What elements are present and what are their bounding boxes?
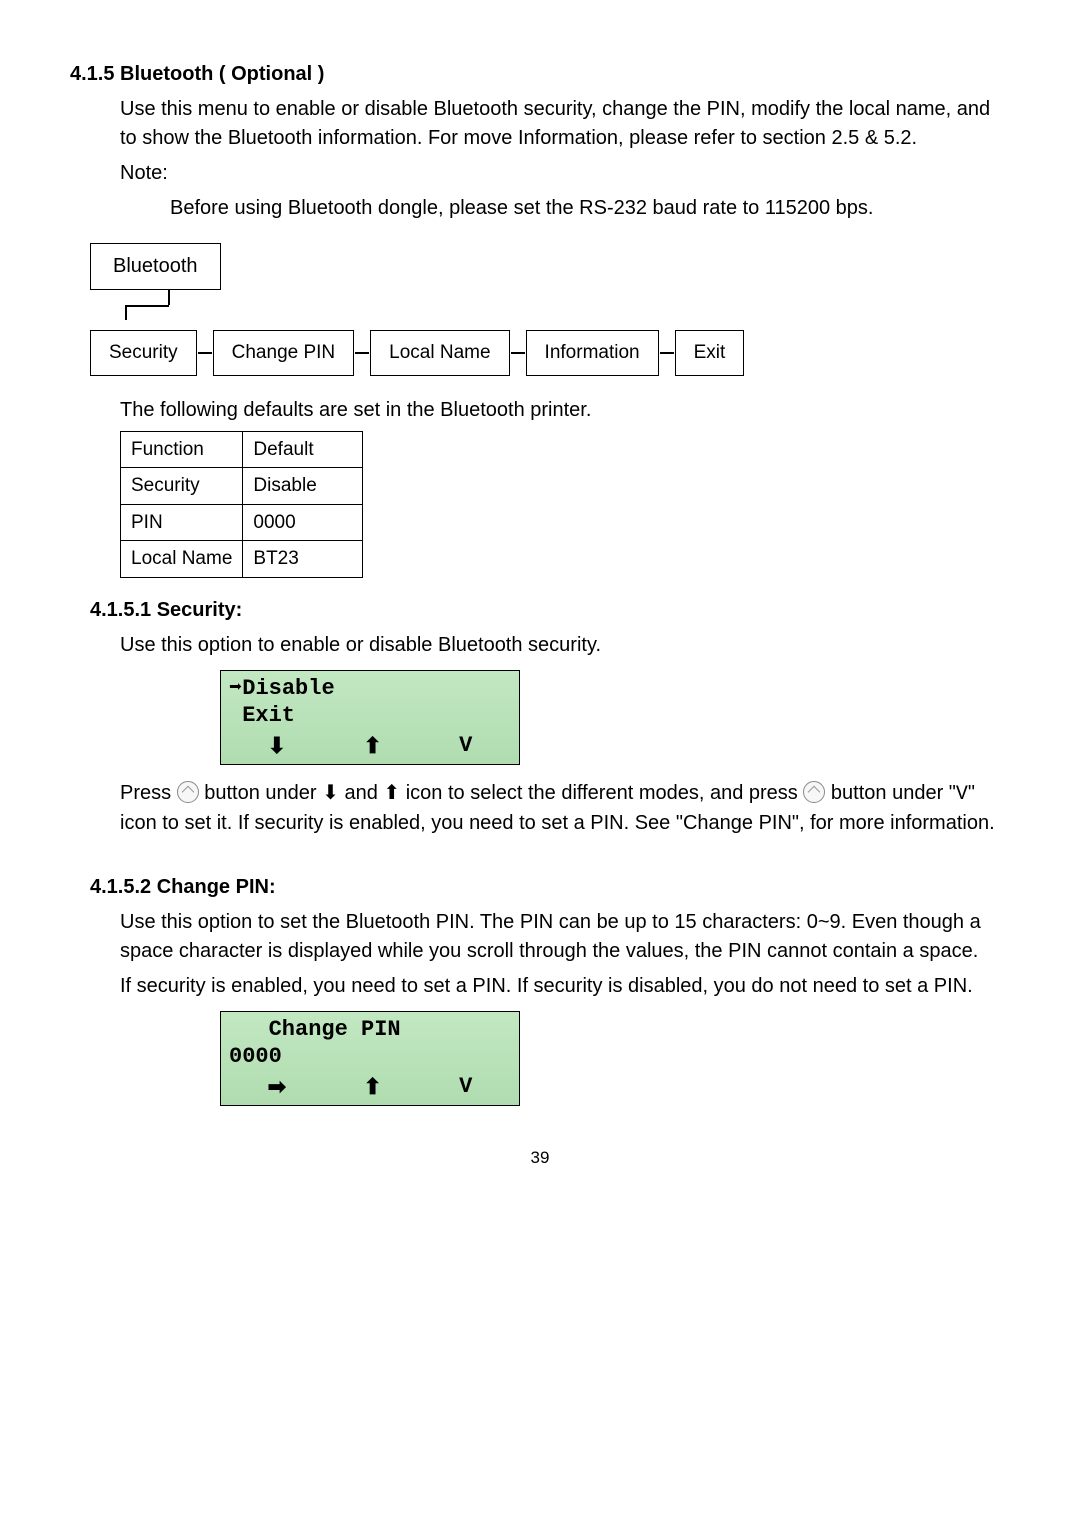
menu-tree: Bluetooth Security Change PIN Local Name… [90, 243, 1010, 376]
tree-separator [197, 352, 213, 354]
section-heading-changepin: 4.1.5.2 Change PIN: [90, 873, 1010, 902]
lcd-display-security: ➡Disable Exit ⬇ ⬆ V [220, 670, 520, 765]
lcd-display-changepin: Change PIN 0000 ➡ ⬆ V [220, 1011, 520, 1106]
tree-separator [659, 352, 675, 354]
up-arrow-icon: ⬆ [383, 782, 400, 804]
tree-connector [90, 290, 210, 320]
tree-parent-box: Bluetooth [90, 243, 221, 290]
text: icon to select the different modes, and … [406, 782, 804, 804]
changepin-para2: If security is enabled, you need to set … [120, 972, 1010, 1001]
up-arrow-icon: ⬆ [363, 730, 381, 762]
cell: Disable [243, 468, 363, 505]
cell: Local Name [121, 541, 243, 578]
changepin-para1: Use this option to set the Bluetooth PIN… [120, 908, 1010, 966]
lcd-line1: Change PIN [229, 1016, 511, 1044]
section-heading-bluetooth: 4.1.5 Bluetooth ( Optional ) [70, 60, 1010, 89]
page-number: 39 [70, 1146, 1010, 1171]
cell: Security [121, 468, 243, 505]
tree-child-exit: Exit [675, 330, 745, 376]
lcd-icon-row: ➡ ⬆ V [229, 1071, 511, 1103]
round-button-icon [803, 781, 825, 803]
lcd-line2: Exit [229, 702, 511, 730]
cell: 0000 [243, 504, 363, 541]
note-body: Before using Bluetooth dongle, please se… [170, 194, 1010, 223]
tree-separator [354, 352, 370, 354]
table-row: Local Name BT23 [121, 541, 363, 578]
tree-child-security: Security [90, 330, 197, 376]
defaults-caption: The following defaults are set in the Bl… [120, 396, 1010, 425]
v-confirm-icon: V [459, 730, 472, 762]
table-row: Function Default [121, 431, 363, 468]
text: button under " [831, 782, 956, 804]
lcd-line2: 0000 [229, 1043, 511, 1071]
security-intro: Use this option to enable or disable Blu… [120, 631, 1010, 660]
tree-child-localname: Local Name [370, 330, 509, 376]
table-row: PIN 0000 [121, 504, 363, 541]
lcd-line1: ➡Disable [229, 675, 511, 703]
table-header-function: Function [121, 431, 243, 468]
text: button under [204, 782, 322, 804]
section-heading-security: 4.1.5.1 Security: [90, 596, 1010, 625]
text: and [344, 782, 383, 804]
text: Press [120, 782, 177, 804]
tree-child-information: Information [526, 330, 659, 376]
defaults-table: Function Default Security Disable PIN 00… [120, 431, 363, 578]
up-arrow-icon: ⬆ [363, 1071, 381, 1103]
tree-children-row: Security Change PIN Local Name Informati… [90, 330, 1010, 376]
right-arrow-icon: ➡ [268, 1071, 286, 1103]
cell: BT23 [243, 541, 363, 578]
down-arrow-icon: ⬇ [322, 782, 339, 804]
cell: PIN [121, 504, 243, 541]
tree-child-changepin: Change PIN [213, 330, 355, 376]
down-arrow-icon: ⬇ [268, 730, 286, 762]
lcd-icon-row: ⬇ ⬆ V [229, 730, 511, 762]
table-header-default: Default [243, 431, 363, 468]
round-button-icon [177, 781, 199, 803]
note-label: Note: [120, 159, 1010, 188]
v-confirm-icon: V [459, 1071, 472, 1103]
security-press-instructions: Press button under ⬇ and ⬆ icon to selec… [120, 779, 1010, 838]
section1-para: Use this menu to enable or disable Bluet… [120, 95, 1010, 153]
v-key-label: V [956, 783, 968, 806]
tree-separator [510, 352, 526, 354]
table-row: Security Disable [121, 468, 363, 505]
